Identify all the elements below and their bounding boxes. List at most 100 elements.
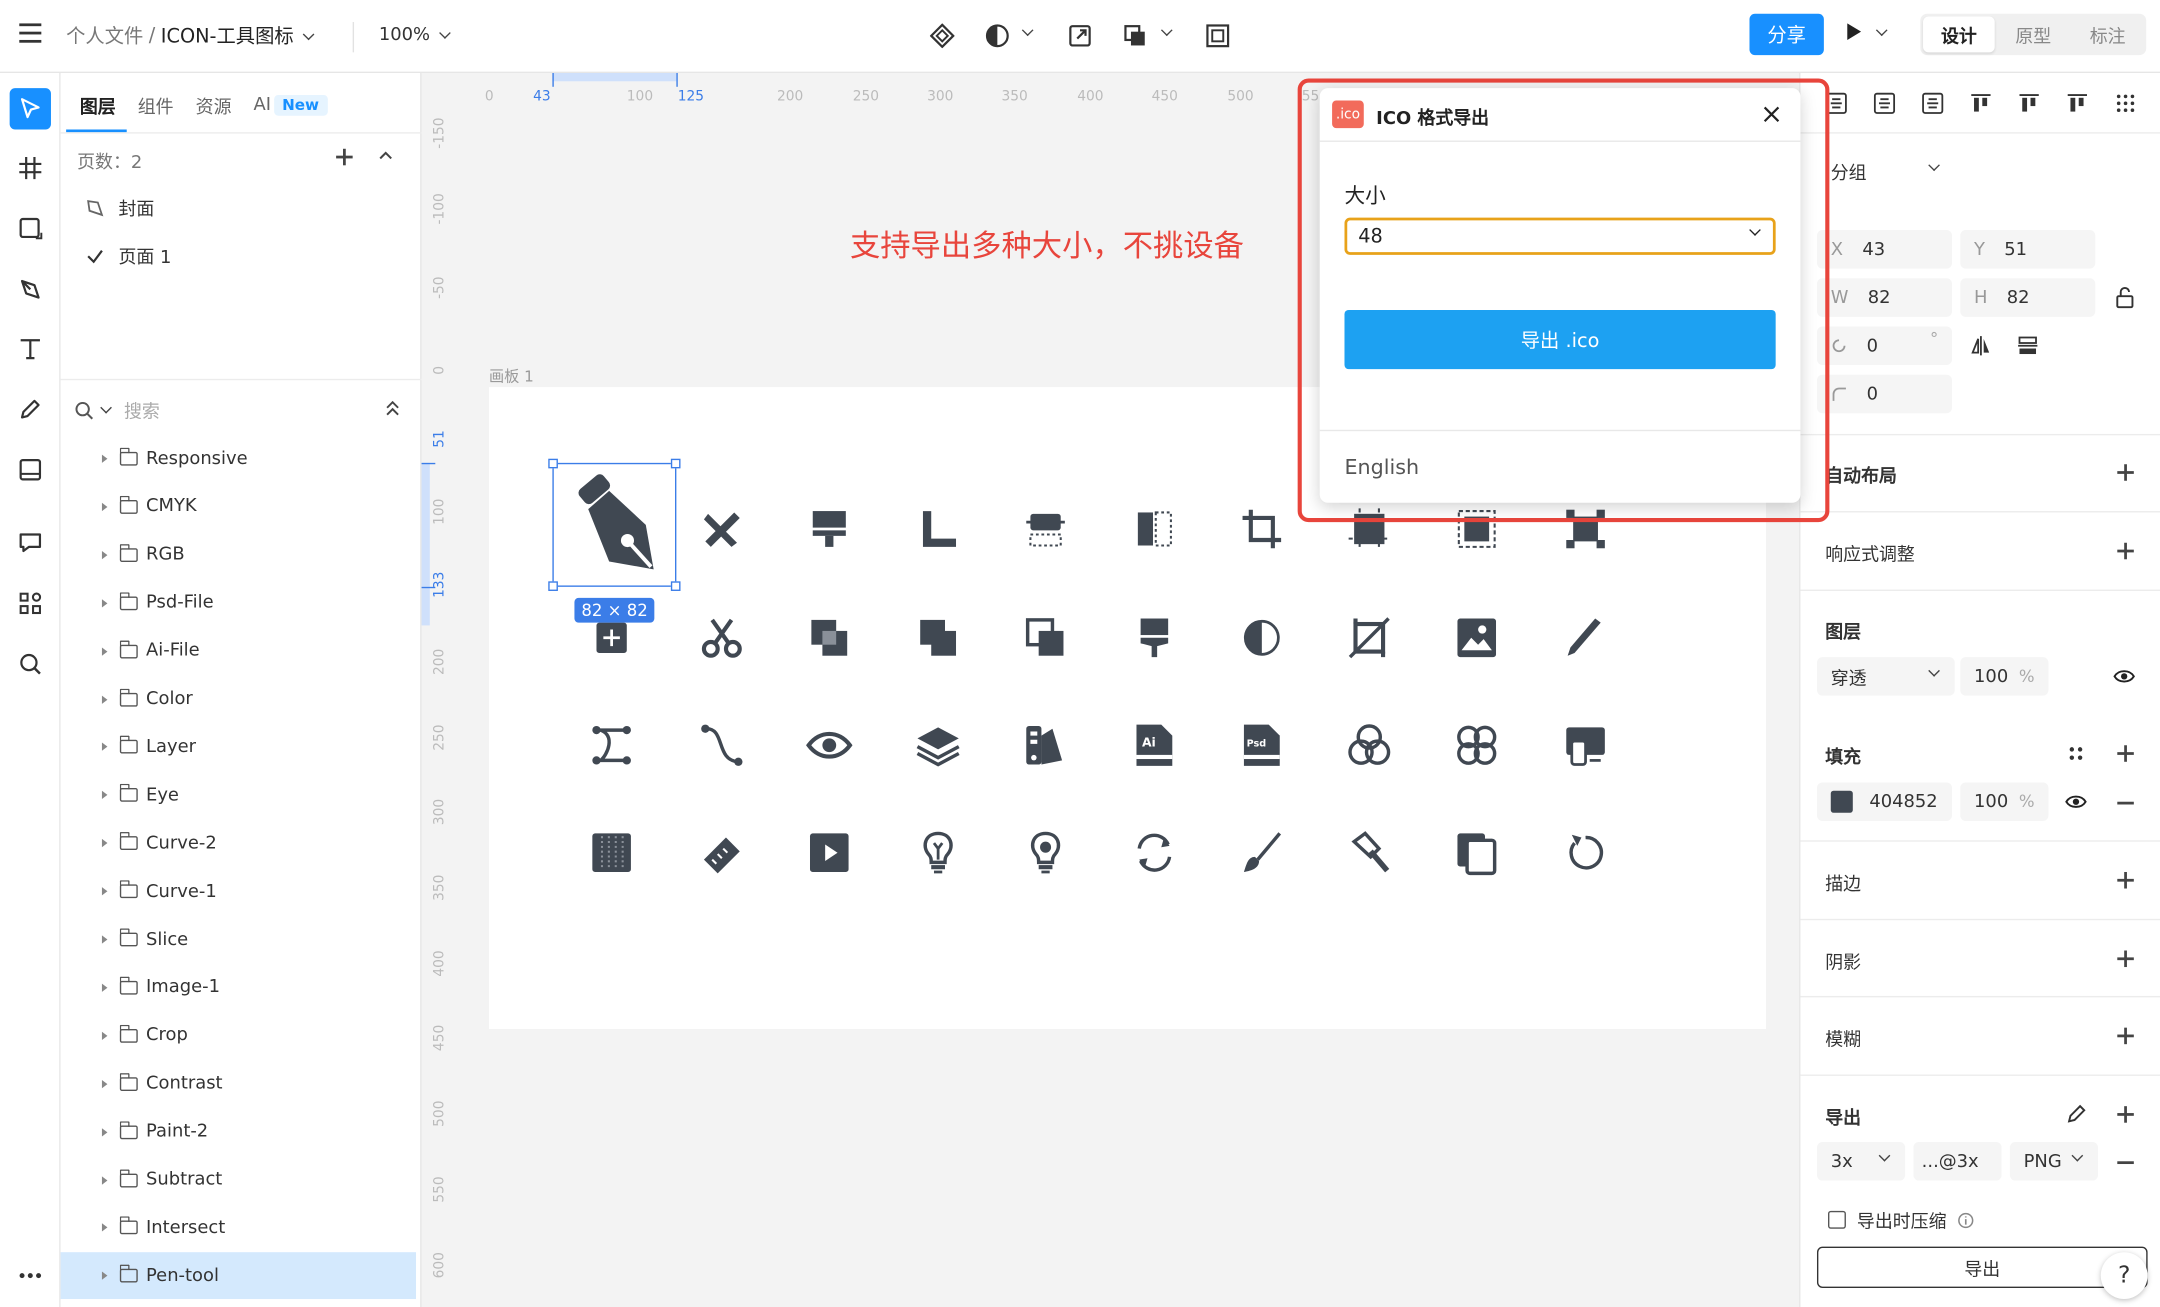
- lock-icon[interactable]: [2116, 286, 2134, 309]
- search-tool[interactable]: [10, 643, 51, 684]
- copy-icon[interactable]: [1453, 829, 1500, 876]
- selection-box[interactable]: [548, 458, 681, 591]
- preview-button[interactable]: [1847, 23, 1888, 40]
- expand-caret-icon[interactable]: [101, 743, 108, 752]
- expand-caret-icon[interactable]: [101, 694, 108, 704]
- expand-caret-icon[interactable]: [101, 550, 108, 560]
- fill-color-swatch[interactable]: [1830, 790, 1853, 813]
- lightbulb-icon[interactable]: [915, 829, 962, 876]
- export-scale-select[interactable]: 3x: [1816, 1141, 1906, 1181]
- layer-item[interactable]: CMYK: [61, 483, 416, 530]
- layer-item[interactable]: Eye: [61, 772, 416, 819]
- expand-caret-icon[interactable]: [101, 502, 108, 511]
- layer-search[interactable]: 搜索: [74, 397, 160, 423]
- expand-caret-icon[interactable]: [101, 454, 108, 463]
- x-field[interactable]: X 43: [1816, 230, 1952, 269]
- fill-opacity-field[interactable]: 100%: [1960, 782, 2049, 822]
- expand-caret-icon[interactable]: [101, 983, 108, 992]
- layers-icon[interactable]: [915, 722, 962, 769]
- close-icon[interactable]: [1761, 103, 1783, 125]
- w-field[interactable]: W 82: [1816, 278, 1952, 317]
- pipette-icon[interactable]: [1346, 829, 1393, 876]
- responsive-icon[interactable]: [1562, 722, 1609, 769]
- frame-tool[interactable]: [10, 147, 51, 188]
- compress-checkbox[interactable]: [1828, 1210, 1846, 1229]
- crop-square-icon[interactable]: [1346, 614, 1393, 661]
- idea-icon[interactable]: [1022, 829, 1069, 876]
- comment-tool[interactable]: [10, 522, 51, 563]
- square-ruler-icon[interactable]: [915, 506, 962, 553]
- share-button[interactable]: 分享: [1749, 13, 1824, 56]
- layer-item[interactable]: Color: [61, 676, 416, 723]
- rectangle-tool[interactable]: [10, 208, 51, 249]
- layout-top-icon[interactable]: [1022, 506, 1069, 553]
- tab-layers[interactable]: 图层: [80, 92, 116, 119]
- frame-icon[interactable]: [1205, 23, 1230, 48]
- fill-color-field[interactable]: 404852: [1816, 782, 1952, 822]
- tab-ai[interactable]: AI New: [254, 95, 328, 116]
- export-icon[interactable]: [1068, 23, 1093, 48]
- color-swatches-icon[interactable]: [1022, 722, 1069, 769]
- resize-handle[interactable]: [548, 581, 558, 591]
- subtract-icon[interactable]: [806, 614, 853, 661]
- layer-item[interactable]: Layer: [61, 724, 416, 771]
- image-icon[interactable]: [1453, 614, 1500, 661]
- expand-caret-icon[interactable]: [101, 646, 108, 656]
- layer-item[interactable]: Curve-2: [61, 820, 416, 867]
- add-export-icon[interactable]: [2117, 1106, 2134, 1123]
- contrast-icon[interactable]: [1238, 614, 1285, 661]
- expand-caret-icon[interactable]: [101, 1175, 108, 1185]
- collapse-all-icon[interactable]: [386, 400, 400, 418]
- psd-file-icon[interactable]: Psd: [1238, 722, 1285, 769]
- artboard-label[interactable]: 画板 1: [489, 365, 534, 387]
- add-blur-icon[interactable]: [2117, 1027, 2134, 1045]
- add-auto-layout-icon[interactable]: [2117, 464, 2134, 481]
- expand-caret-icon[interactable]: [101, 887, 108, 896]
- resize-handle[interactable]: [670, 458, 681, 469]
- brush-icon[interactable]: [1238, 829, 1285, 876]
- layer-item[interactable]: Responsive: [61, 435, 416, 482]
- rgb-icon[interactable]: [1346, 722, 1393, 769]
- paint-roller-icon[interactable]: [1131, 614, 1178, 661]
- align-v-center-icon[interactable]: [2018, 92, 2040, 114]
- chevron-down-icon[interactable]: [1160, 24, 1173, 37]
- exclude-icon[interactable]: [1022, 614, 1069, 661]
- contrast-mode-icon[interactable]: [985, 23, 1010, 48]
- mode-inspect[interactable]: 标注: [2072, 17, 2144, 53]
- y-field[interactable]: Y 51: [1960, 230, 2096, 269]
- move-tool[interactable]: [9, 88, 51, 130]
- pen-tool[interactable]: [10, 269, 51, 310]
- component-icon[interactable]: [929, 23, 955, 49]
- flip-vertical-icon[interactable]: [2017, 335, 2039, 357]
- expand-caret-icon[interactable]: [101, 1079, 108, 1088]
- collapse-up-icon[interactable]: [379, 150, 393, 161]
- pencil-tool[interactable]: [10, 388, 51, 429]
- layer-item[interactable]: Image-1: [61, 964, 416, 1011]
- align-bottom-icon[interactable]: [2066, 92, 2088, 114]
- ai-file-icon[interactable]: Ai: [1131, 722, 1178, 769]
- export-format-select[interactable]: PNG: [2009, 1141, 2099, 1181]
- edit-pen-icon[interactable]: [2066, 1103, 2087, 1124]
- chevron-down-icon[interactable]: [302, 27, 315, 40]
- boolean-icon[interactable]: [1123, 23, 1148, 48]
- layer-item[interactable]: Intersect: [61, 1205, 416, 1252]
- add-page-icon[interactable]: [336, 148, 353, 166]
- layer-opacity-field[interactable]: 100%: [1960, 657, 2049, 696]
- rotate-icon[interactable]: [1562, 829, 1609, 876]
- image-tool[interactable]: [10, 449, 51, 490]
- add-responsive-icon[interactable]: [2117, 542, 2134, 560]
- eye-icon[interactable]: [2065, 793, 2087, 810]
- group-type-select[interactable]: 分组: [1816, 151, 1955, 191]
- ruler-pencil-icon[interactable]: [698, 506, 745, 553]
- expand-caret-icon[interactable]: [101, 1031, 108, 1040]
- remove-export-icon[interactable]: [2117, 1161, 2134, 1164]
- layer-item[interactable]: Psd-File: [61, 580, 416, 627]
- cmyk-icon[interactable]: [1453, 722, 1500, 769]
- add-shadow-icon[interactable]: [2117, 950, 2134, 968]
- info-icon[interactable]: [1958, 1212, 1975, 1229]
- export-suffix-select[interactable]: ...@3x: [1913, 1141, 2002, 1181]
- breadcrumb-root[interactable]: 个人文件: [66, 22, 143, 50]
- size-select[interactable]: 48: [1344, 217, 1776, 255]
- crop-icon[interactable]: [1238, 506, 1285, 553]
- expand-caret-icon[interactable]: [101, 1223, 108, 1233]
